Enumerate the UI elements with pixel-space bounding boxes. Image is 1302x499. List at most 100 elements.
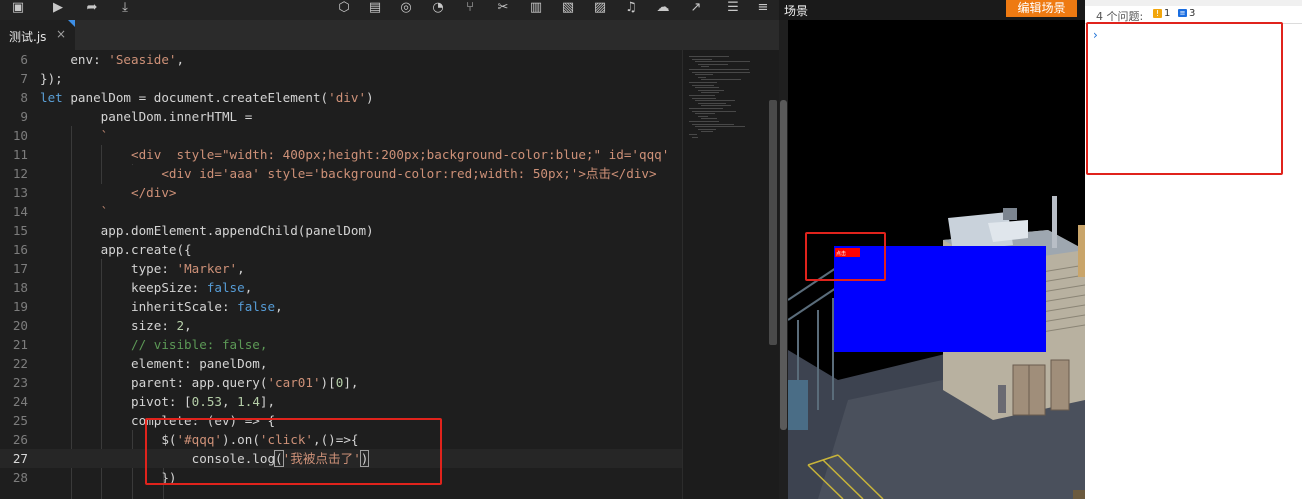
scrollbar-thumb[interactable] bbox=[769, 100, 777, 345]
editor-toolbar: ▣ ▶ ➦ ⤓ ⬡ ▤ ◎ ◔ ⑂ ✂ ▥ ▧ ▨ ♫ ☁ ↗ ☰ ≡ bbox=[0, 0, 779, 20]
code-line[interactable]: 11 <div style="width: 400px;height:200px… bbox=[0, 145, 682, 164]
minimap-line bbox=[689, 56, 729, 57]
minimap-line bbox=[692, 123, 734, 125]
minimap-line bbox=[692, 71, 750, 73]
code-text[interactable]: element: panelDom, bbox=[40, 354, 267, 373]
code-line[interactable]: 22 element: panelDom, bbox=[0, 354, 682, 373]
scrollbar-thumb[interactable] bbox=[780, 100, 787, 430]
minimap-line bbox=[689, 82, 717, 83]
image-icon[interactable]: ▧ bbox=[558, 0, 578, 18]
line-number: 22 bbox=[12, 356, 28, 371]
code-line[interactable]: 18 keepSize: false, bbox=[0, 278, 682, 297]
download-icon[interactable]: ⤓ bbox=[115, 0, 135, 18]
minimap-line bbox=[698, 76, 706, 78]
music-icon[interactable]: ♫ bbox=[621, 0, 641, 18]
code-text[interactable]: inheritScale: false, bbox=[40, 297, 283, 316]
info-badge[interactable]: ≡ 3 bbox=[1178, 8, 1195, 20]
book-icon[interactable]: ▤ bbox=[365, 0, 385, 18]
line-number: 26 bbox=[12, 432, 28, 447]
line-number: 8 bbox=[20, 90, 28, 105]
code-line[interactable]: 14 ` bbox=[0, 202, 682, 221]
run-icon[interactable]: ▶ bbox=[48, 0, 68, 18]
minimap-line bbox=[698, 63, 728, 65]
code-line[interactable]: 13 </div> bbox=[0, 183, 682, 202]
minimap-line bbox=[701, 79, 741, 81]
code-text[interactable]: </div> bbox=[40, 183, 177, 202]
code-line[interactable]: 23 parent: app.query('car01')[0], bbox=[0, 373, 682, 392]
code-text[interactable]: type: 'Marker', bbox=[40, 259, 245, 278]
code-line[interactable]: 8 let panelDom = document.createElement('… bbox=[0, 88, 682, 107]
chart-icon[interactable]: ↗ bbox=[686, 0, 706, 18]
minimap[interactable] bbox=[682, 50, 768, 499]
code-line[interactable]: 20 size: 2, bbox=[0, 316, 682, 335]
code-line[interactable]: 6 env: 'Seaside', bbox=[0, 50, 682, 69]
crop-icon[interactable]: ✂ bbox=[493, 0, 513, 18]
tab-label: 测试.js bbox=[9, 30, 47, 44]
warnings-badge[interactable]: ! 1 bbox=[1153, 8, 1170, 20]
code-text[interactable]: pivot: [0.53, 1.4], bbox=[40, 392, 275, 411]
code-text[interactable]: }); bbox=[40, 69, 63, 88]
note-icon[interactable]: ☰ bbox=[723, 0, 743, 18]
cube-icon[interactable]: ⬡ bbox=[334, 0, 354, 18]
save-icon[interactable]: ▣ bbox=[8, 0, 28, 18]
minimap-line bbox=[701, 118, 717, 120]
annotation-box-marker bbox=[805, 232, 886, 281]
minimap-line bbox=[689, 69, 749, 70]
minimap-line bbox=[689, 108, 723, 109]
code-text[interactable]: env: 'Seaside', bbox=[40, 50, 184, 69]
code-line[interactable]: 24 pivot: [0.53, 1.4], bbox=[0, 392, 682, 411]
editor-scrollbar[interactable] bbox=[767, 50, 779, 499]
line-number: 14 bbox=[12, 204, 28, 219]
palette-icon[interactable]: ◎ bbox=[396, 0, 416, 18]
code-text[interactable]: let panelDom = document.createElement('d… bbox=[40, 88, 374, 107]
code-line[interactable]: 15 app.domElement.appendChild(panelDom) bbox=[0, 221, 682, 240]
code-text[interactable]: panelDom.innerHTML = bbox=[40, 107, 253, 126]
gallery-icon[interactable]: ▨ bbox=[590, 0, 610, 18]
edit-scene-button[interactable]: 编辑场景 bbox=[1006, 0, 1077, 17]
minimap-line bbox=[698, 89, 724, 91]
line-number: 15 bbox=[12, 223, 28, 238]
sliders-icon[interactable]: ≡ bbox=[753, 0, 773, 18]
line-number: 21 bbox=[12, 337, 28, 352]
minimap-line bbox=[692, 58, 712, 60]
close-icon[interactable]: × bbox=[56, 27, 66, 41]
line-number: 17 bbox=[12, 261, 28, 276]
code-line[interactable]: 19 inheritScale: false, bbox=[0, 297, 682, 316]
code-line[interactable]: 10 ` bbox=[0, 126, 682, 145]
code-text[interactable]: keepSize: false, bbox=[40, 278, 252, 297]
minimap-line bbox=[695, 87, 719, 89]
minimap-line bbox=[695, 113, 715, 115]
modified-indicator bbox=[68, 20, 75, 27]
code-text[interactable]: parent: app.query('car01')[0], bbox=[40, 373, 359, 392]
tab-test-js[interactable]: 测试.js × bbox=[0, 20, 75, 50]
code-text[interactable]: // visible: false, bbox=[40, 335, 267, 354]
scene-header: 场景 编辑场景 bbox=[779, 0, 1085, 20]
line-number: 7 bbox=[20, 71, 28, 86]
tree-icon[interactable]: ⑂ bbox=[460, 0, 480, 18]
code-text[interactable]: <div id='aaa' style='background-color:re… bbox=[40, 164, 656, 183]
share-icon[interactable]: ➦ bbox=[82, 0, 102, 18]
scene-scrollbar[interactable] bbox=[779, 20, 788, 499]
code-text[interactable]: <div style="width: 400px;height:200px;ba… bbox=[40, 145, 669, 164]
code-line[interactable]: 12 <div id='aaa' style='background-color… bbox=[0, 164, 682, 183]
code-line[interactable]: 7}); bbox=[0, 69, 682, 88]
code-text[interactable]: size: 2, bbox=[40, 316, 192, 335]
code-editor-pane: ▣ ▶ ➦ ⤓ ⬡ ▤ ◎ ◔ ⑂ ✂ ▥ ▧ ▨ ♫ ☁ ↗ ☰ ≡ 测试.j… bbox=[0, 0, 779, 499]
code-text[interactable]: ` bbox=[40, 126, 109, 145]
code-line[interactable]: 16 app.create({ bbox=[0, 240, 682, 259]
minimap-line bbox=[701, 92, 719, 94]
minimap-line bbox=[701, 105, 731, 107]
line-number: 24 bbox=[12, 394, 28, 409]
code-line[interactable]: 21 // visible: false, bbox=[0, 335, 682, 354]
line-number: 6 bbox=[20, 52, 28, 67]
code-text[interactable]: ` bbox=[40, 202, 109, 221]
code-line[interactable]: 17 type: 'Marker', bbox=[0, 259, 682, 278]
cloud-icon[interactable]: ☁ bbox=[653, 0, 673, 18]
code-text[interactable]: app.create({ bbox=[40, 240, 192, 259]
minimap-line bbox=[689, 121, 719, 122]
code-text[interactable]: app.domElement.appendChild(panelDom) bbox=[40, 221, 374, 240]
pie-icon[interactable]: ◔ bbox=[428, 0, 448, 18]
layout-icon[interactable]: ▥ bbox=[526, 0, 546, 18]
code-line[interactable]: 9 panelDom.innerHTML = bbox=[0, 107, 682, 126]
minimap-line bbox=[692, 110, 736, 112]
